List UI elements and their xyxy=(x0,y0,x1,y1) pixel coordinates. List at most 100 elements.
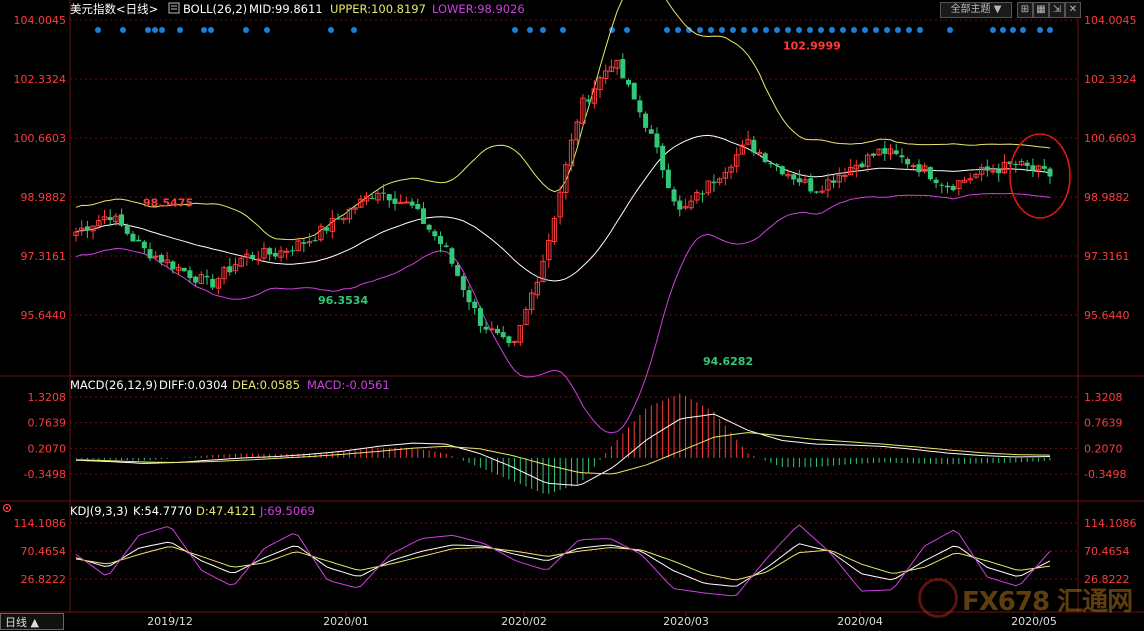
candle-body xyxy=(813,191,819,193)
boll-lower-line xyxy=(75,192,1051,434)
event-dot xyxy=(560,27,566,33)
y-tick-label-right: 102.3324 xyxy=(1084,73,1137,86)
boll-upper: UPPER:100.8197 xyxy=(330,2,426,16)
candle-body xyxy=(250,254,256,259)
candle-body xyxy=(506,336,512,344)
event-dot xyxy=(1020,27,1026,33)
candle-body xyxy=(153,255,159,258)
boll-lower: LOWER:98.9026 xyxy=(432,2,525,16)
period-tab[interactable]: 日线 ▲ xyxy=(0,613,64,630)
event-dot xyxy=(145,27,151,33)
event-dot xyxy=(807,27,813,33)
y-tick-label: 104.0045 xyxy=(14,14,67,27)
candle-body xyxy=(489,328,495,331)
candle-body xyxy=(648,129,654,134)
candle-body xyxy=(449,248,455,264)
macd-tick-label: -0.3498 xyxy=(24,468,66,481)
candle-body xyxy=(107,217,113,221)
macd-header: MACD(26,12,9) xyxy=(70,378,157,392)
candle-body xyxy=(1030,165,1036,171)
event-dot xyxy=(1010,27,1016,33)
candle-body xyxy=(289,250,295,252)
candle-body xyxy=(426,224,432,230)
chart-canvas[interactable]: 美元指数<日线> BOLL(26,2) MID:99.8611 UPPER:10… xyxy=(0,0,1144,631)
candle-body xyxy=(950,185,956,191)
candle-body xyxy=(791,174,797,180)
event-dot xyxy=(947,27,953,33)
candle-body xyxy=(460,276,466,290)
event-dot xyxy=(152,27,158,33)
boll-upper-line xyxy=(75,0,1051,241)
event-dot xyxy=(664,27,670,33)
candle-body xyxy=(660,145,666,171)
candle-body xyxy=(893,150,899,154)
candle-body xyxy=(751,139,757,153)
candle-body xyxy=(455,265,461,276)
kdj-header: KDJ(9,3,3) xyxy=(70,504,128,518)
event-dot xyxy=(1000,27,1006,33)
event-dot xyxy=(351,27,357,33)
annotation-label: 94.6282 xyxy=(703,355,753,368)
annotation-label: 98.5475 xyxy=(143,197,193,210)
event-dot xyxy=(730,27,736,33)
kdj-j-line xyxy=(75,524,1051,597)
candle-body xyxy=(193,276,199,283)
y-tick-label-right: 104.0045 xyxy=(1084,14,1137,27)
candle-body xyxy=(443,245,449,247)
kdj-tick-label-right: 26.8222 xyxy=(1084,573,1130,586)
close-icon[interactable]: ✕ xyxy=(1065,2,1081,18)
kdj-d: D:47.4121 xyxy=(196,504,256,518)
candle-body xyxy=(187,270,193,279)
event-dot xyxy=(675,27,681,33)
candle-body xyxy=(312,240,318,242)
kdj-tick-label: 70.4654 xyxy=(21,545,67,558)
theme-selector-button[interactable]: 全部主题 ▼ xyxy=(940,2,1012,18)
candle-body xyxy=(181,267,187,272)
grid-icon[interactable]: ▦ xyxy=(1033,2,1049,18)
y-tick-label-right: 98.9882 xyxy=(1084,191,1130,204)
candle-body xyxy=(711,181,717,184)
kdj-k: K:54.7770 xyxy=(133,504,192,518)
candle-body xyxy=(774,163,780,166)
event-dot xyxy=(697,27,703,33)
event-dot xyxy=(840,27,846,33)
candle-body xyxy=(255,258,261,261)
candle-body xyxy=(1013,163,1019,165)
candle-body xyxy=(124,225,130,234)
x-tick-label: 2020/01 xyxy=(323,615,369,628)
candle-body xyxy=(700,193,706,195)
boll-indicator-icon[interactable] xyxy=(168,2,180,14)
x-axis-labels: 2019/12 2020/01 2020/02 2020/03 2020/04 2020/… xyxy=(147,612,1057,628)
candle-body xyxy=(477,308,483,326)
event-dot xyxy=(208,27,214,33)
candle-body xyxy=(654,133,660,148)
candle-body xyxy=(141,241,147,249)
candle-body xyxy=(796,178,802,183)
candle-body xyxy=(859,163,865,168)
event-dot xyxy=(829,27,835,33)
candle-body xyxy=(808,178,814,192)
zoom-icon[interactable]: ⊞ xyxy=(1017,2,1033,18)
event-dot xyxy=(328,27,334,33)
kdj-k-line xyxy=(75,541,1051,587)
event-dot xyxy=(264,27,270,33)
export-icon[interactable]: ⇲ xyxy=(1049,2,1065,18)
candle-body xyxy=(768,163,774,165)
candle-body xyxy=(324,227,330,231)
x-tick-label: 2020/02 xyxy=(501,615,547,628)
event-dot xyxy=(895,27,901,33)
candle-body xyxy=(472,301,478,309)
y-tick-label-right: 95.6440 xyxy=(1084,309,1130,322)
annotation-label: 96.3534 xyxy=(318,294,368,307)
macd-dea: DEA:0.0585 xyxy=(232,378,300,392)
y-tick-label: 95.6440 xyxy=(21,309,67,322)
candle-body xyxy=(267,248,273,255)
event-dot xyxy=(884,27,890,33)
candle-body xyxy=(842,174,848,177)
candle-body xyxy=(84,226,90,231)
event-dot xyxy=(1037,27,1043,33)
kdj-tick-label-right: 70.4654 xyxy=(1084,545,1130,558)
x-tick-label: 2019/12 xyxy=(147,615,193,628)
candle-body xyxy=(210,278,216,288)
record-dot xyxy=(5,506,9,510)
